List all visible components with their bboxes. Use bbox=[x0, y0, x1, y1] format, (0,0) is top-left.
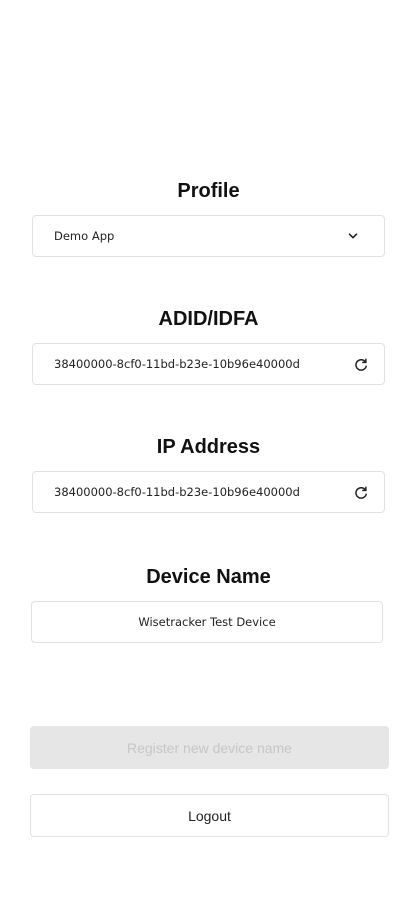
refresh-icon[interactable] bbox=[352, 484, 370, 502]
register-device-name-button[interactable]: Register new device name bbox=[30, 726, 389, 769]
device-name-value: Wisetracker Test Device bbox=[138, 615, 276, 629]
chevron-down-icon bbox=[346, 229, 360, 243]
device-name-input[interactable]: Wisetracker Test Device bbox=[31, 601, 383, 643]
ip-value: 38400000-8cf0-11bd-b23e-10b96e40000d bbox=[54, 485, 300, 499]
ip-title: IP Address bbox=[156, 436, 261, 458]
profile-select[interactable]: Demo App bbox=[32, 215, 385, 257]
adid-value: 38400000-8cf0-11bd-b23e-10b96e40000d bbox=[54, 357, 300, 371]
device-name-title: Device Name bbox=[146, 566, 271, 588]
register-button-label: Register new device name bbox=[127, 739, 292, 756]
ip-field: 38400000-8cf0-11bd-b23e-10b96e40000d bbox=[32, 471, 385, 513]
refresh-icon[interactable] bbox=[352, 356, 370, 374]
adid-field: 38400000-8cf0-11bd-b23e-10b96e40000d bbox=[32, 343, 385, 385]
profile-title: Profile bbox=[177, 180, 240, 202]
logout-button[interactable]: Logout bbox=[30, 794, 389, 837]
logout-button-label: Logout bbox=[188, 807, 231, 824]
profile-selected-value: Demo App bbox=[54, 229, 115, 243]
adid-title: ADID/IDFA bbox=[158, 308, 259, 330]
